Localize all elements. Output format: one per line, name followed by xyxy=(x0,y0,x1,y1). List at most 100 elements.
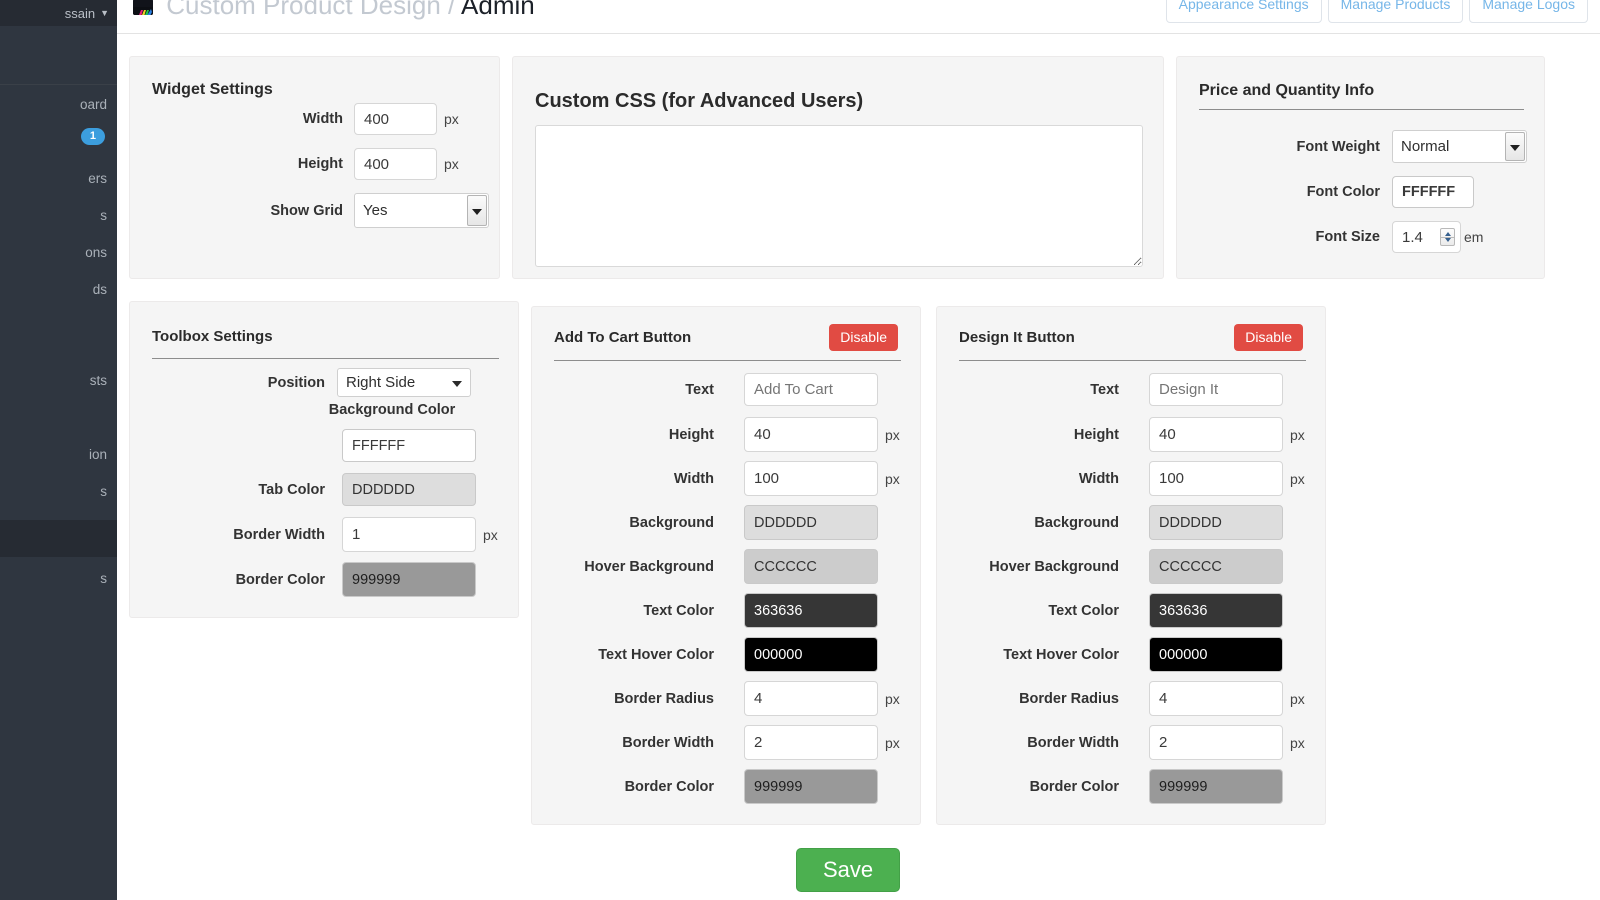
add-to-cart-text-label: Text xyxy=(685,381,714,398)
design-it-border-radius-input[interactable] xyxy=(1149,681,1283,716)
design-it-border-width-input[interactable] xyxy=(1149,725,1283,760)
design-it-text-label: Text xyxy=(1090,381,1119,398)
add-to-cart-height-unit: px xyxy=(885,426,900,443)
add-to-cart-text-color-input[interactable] xyxy=(744,593,878,628)
add-to-cart-rule xyxy=(554,360,901,361)
add-to-cart-text-input[interactable] xyxy=(744,373,878,406)
background-color-label: Background Color xyxy=(328,402,456,418)
sidebar-item-4[interactable]: ons xyxy=(0,234,117,271)
sidebar-item-0[interactable]: oard xyxy=(0,86,117,123)
add-to-cart-text-color-label: Text Color xyxy=(643,602,714,619)
tab-manage-logos[interactable]: Manage Logos xyxy=(1469,0,1588,23)
show-grid-select[interactable]: Yes xyxy=(354,193,489,228)
chevron-down-icon: ▼ xyxy=(100,8,109,18)
position-select[interactable]: Right Side xyxy=(337,368,471,397)
design-it-rule xyxy=(959,360,1306,361)
sidebar-item-9[interactable]: ion xyxy=(0,436,117,473)
sidebar-item-8[interactable] xyxy=(0,399,117,436)
tab-manage-products[interactable]: Manage Products xyxy=(1327,0,1464,23)
widget-settings-title: Widget Settings xyxy=(152,81,273,98)
sidebar-item-label: s xyxy=(100,208,107,223)
add-to-cart-panel: Add To Cart Button Disable Text Height p… xyxy=(531,306,921,825)
design-it-hover-background-label: Hover Background xyxy=(989,558,1119,575)
toolbox-border-color-input[interactable] xyxy=(342,562,476,597)
add-to-cart-background-label: Background xyxy=(629,514,714,531)
design-it-text-input[interactable] xyxy=(1149,373,1283,406)
font-size-input[interactable] xyxy=(1392,221,1461,253)
design-it-text-hover-color-input[interactable] xyxy=(1149,637,1283,672)
add-to-cart-hover-background-label: Hover Background xyxy=(584,558,714,575)
toolbox-settings-title: Toolbox Settings xyxy=(152,328,273,345)
design-it-background-label: Background xyxy=(1034,514,1119,531)
height-label: Height xyxy=(297,156,343,172)
sidebar-item-label: oard xyxy=(79,97,107,112)
position-select-wrap: Right Side xyxy=(337,368,471,397)
design-it-title: Design It Button xyxy=(959,329,1075,346)
add-to-cart-height-label: Height xyxy=(668,426,714,443)
price-quantity-title: Price and Quantity Info xyxy=(1199,82,1375,99)
add-to-cart-width-input[interactable] xyxy=(744,461,878,496)
page-title: Custom Product Design / Admin xyxy=(133,0,535,21)
tab-color-label: Tab Color xyxy=(258,481,325,498)
add-to-cart-text-hover-color-label: Text Hover Color xyxy=(598,646,714,663)
design-it-border-width-unit: px xyxy=(1290,734,1305,751)
app-root: ssain ▼ oard ers s ons ds sts ion s s 1 xyxy=(0,0,1600,900)
add-to-cart-title: Add To Cart Button xyxy=(554,329,692,346)
sidebar-item-label: ers xyxy=(88,171,107,186)
design-it-width-unit: px xyxy=(1290,470,1305,487)
sidebar-divider xyxy=(0,84,117,85)
width-unit: px xyxy=(444,111,459,127)
sidebar-item-5[interactable]: ds xyxy=(0,271,117,308)
custom-css-panel: Custom CSS (for Advanced Users) xyxy=(512,56,1164,279)
font-weight-select-wrap: Normal xyxy=(1392,130,1527,163)
design-it-border-width-label: Border Width xyxy=(1027,734,1119,751)
page-header: Custom Product Design / Admin Appearance… xyxy=(117,0,1600,34)
toolbox-background-color-input[interactable] xyxy=(342,429,476,462)
header-tabs: Appearance Settings Manage Products Mana… xyxy=(1165,0,1588,23)
sidebar-item-10[interactable]: s xyxy=(0,473,117,510)
price-quantity-rule xyxy=(1199,109,1524,110)
sidebar-item-6[interactable] xyxy=(0,308,117,345)
design-it-hover-background-input[interactable] xyxy=(1149,549,1283,584)
design-it-height-input[interactable] xyxy=(1149,417,1283,452)
add-to-cart-text-hover-color-input[interactable] xyxy=(744,637,878,672)
toolbox-border-width-unit: px xyxy=(483,526,498,543)
add-to-cart-background-input[interactable] xyxy=(744,505,878,540)
add-to-cart-border-width-input[interactable] xyxy=(744,725,878,760)
toolbox-border-width-input[interactable] xyxy=(342,517,476,552)
design-it-width-input[interactable] xyxy=(1149,461,1283,496)
widget-settings-panel: Widget Settings Width px Height px Show … xyxy=(129,56,500,279)
sidebar-badge-count: 1 xyxy=(80,128,105,145)
sidebar-item-3[interactable]: s xyxy=(0,197,117,234)
sidebar-item-7[interactable]: sts xyxy=(0,362,117,399)
add-to-cart-border-radius-unit: px xyxy=(885,690,900,707)
add-to-cart-hover-background-input[interactable] xyxy=(744,549,878,584)
add-to-cart-border-color-label: Border Color xyxy=(624,778,714,795)
sidebar-item-2[interactable]: ers xyxy=(0,160,117,197)
widget-width-input[interactable] xyxy=(354,103,437,135)
add-to-cart-border-radius-input[interactable] xyxy=(744,681,878,716)
design-it-border-color-input[interactable] xyxy=(1149,769,1283,804)
widget-height-input[interactable] xyxy=(354,148,437,180)
sidebar-item-label: sts xyxy=(89,373,107,388)
add-to-cart-disable-button[interactable]: Disable xyxy=(829,324,898,351)
design-it-disable-button[interactable]: Disable xyxy=(1234,324,1303,351)
tab-appearance-settings[interactable]: Appearance Settings xyxy=(1165,0,1322,23)
sidebar-user-menu[interactable]: ssain ▼ xyxy=(0,0,117,26)
font-weight-select[interactable]: Normal xyxy=(1392,130,1527,163)
toolbox-settings-panel: Toolbox Settings Position Right Side Bac… xyxy=(129,301,519,618)
add-to-cart-height-input[interactable] xyxy=(744,417,878,452)
design-it-text-color-input[interactable] xyxy=(1149,593,1283,628)
save-button[interactable]: Save xyxy=(796,848,901,892)
custom-css-textarea[interactable] xyxy=(535,125,1143,267)
sidebar-item-11-active[interactable] xyxy=(0,520,117,557)
add-to-cart-border-width-unit: px xyxy=(885,734,900,751)
add-to-cart-border-color-input[interactable] xyxy=(744,769,878,804)
design-it-border-radius-unit: px xyxy=(1290,690,1305,707)
font-size-label: Font Size xyxy=(1315,229,1380,245)
toolbox-tab-color-input[interactable] xyxy=(342,473,476,506)
page-title-breadcrumb: Custom Product Design / xyxy=(166,0,456,20)
font-color-input[interactable] xyxy=(1392,176,1474,208)
sidebar-item-12[interactable]: s xyxy=(0,560,117,597)
design-it-background-input[interactable] xyxy=(1149,505,1283,540)
